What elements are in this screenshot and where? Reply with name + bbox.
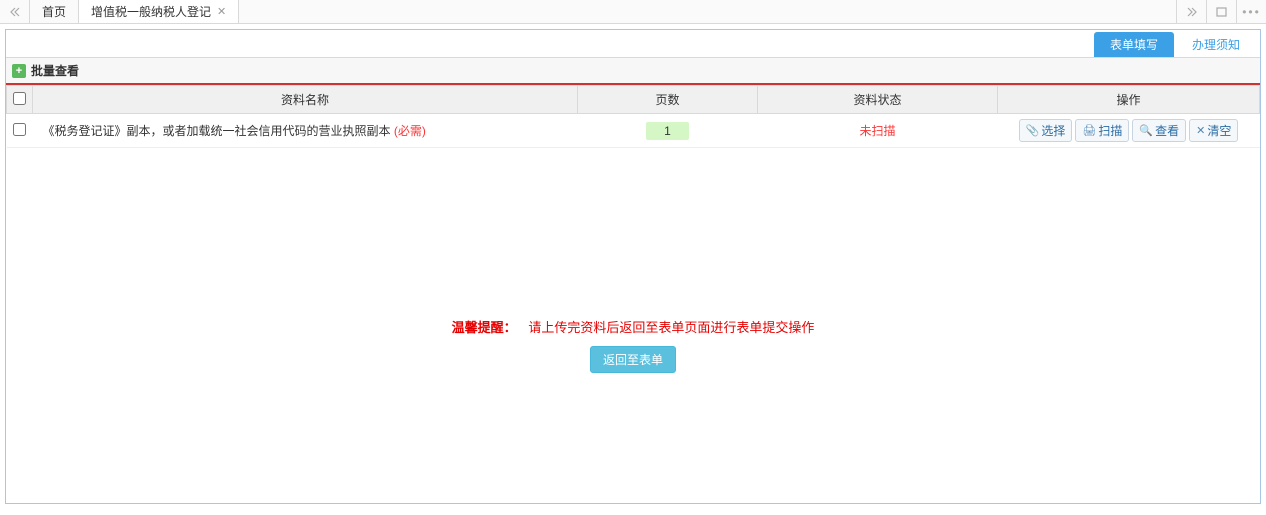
table-row: 《税务登记证》副本，或者加载统一社会信用代码的营业执照副本 (必需) 1 未扫描 <box>7 114 1260 148</box>
scan-button-label: 扫描 <box>1098 122 1122 139</box>
row-checkbox[interactable] <box>13 123 26 136</box>
pill-tab-notice-label: 办理须知 <box>1192 38 1240 52</box>
page-count: 1 <box>646 122 689 140</box>
tabbar-more-icon[interactable]: ••• <box>1236 0 1266 23</box>
material-name: 《税务登记证》副本，或者加载统一社会信用代码的营业执照副本 <box>43 124 391 138</box>
pill-tab-form-label: 表单填写 <box>1110 38 1158 52</box>
close-icon[interactable]: ✕ <box>217 5 226 18</box>
tabbar-collapse-icon[interactable] <box>0 0 30 23</box>
select-button-label: 选择 <box>1041 122 1065 139</box>
tab-active-label: 增值税一般纳税人登记 <box>91 3 211 20</box>
pill-tabs: 表单填写 办理须知 <box>6 30 1260 57</box>
tab-home-label: 首页 <box>42 3 66 20</box>
tabbar-actions: ••• <box>1176 0 1266 23</box>
select-all-checkbox[interactable] <box>13 92 26 105</box>
return-button[interactable]: 返回至表单 <box>590 346 676 373</box>
tab-vat-registration[interactable]: 增值税一般纳税人登记 ✕ <box>79 0 239 23</box>
col-header-actions: 操作 <box>998 86 1260 114</box>
footer-area: 温馨提醒： 请上传完资料后返回至表单页面进行表单提交操作 返回至表单 <box>6 307 1260 503</box>
status-text: 未扫描 <box>859 124 895 138</box>
main-panel: 表单填写 办理须知 + 批量查看 资料名称 页数 <box>5 29 1261 504</box>
scan-button[interactable]: 🖨 扫描 <box>1075 119 1129 142</box>
materials-table: 资料名称 页数 资料状态 操作 《税务登记证》副本，或者加载统一社会信用代码的营… <box>6 85 1260 148</box>
close-icon: ✕ <box>1196 124 1205 137</box>
clear-button-label: 清空 <box>1207 122 1231 139</box>
col-header-pages: 页数 <box>578 86 758 114</box>
col-header-name: 资料名称 <box>33 86 578 114</box>
pill-tab-form[interactable]: 表单填写 <box>1094 32 1174 57</box>
col-header-checkbox <box>7 86 33 114</box>
tab-home[interactable]: 首页 <box>30 0 79 23</box>
clear-button[interactable]: ✕ 清空 <box>1189 119 1238 142</box>
view-button-label: 查看 <box>1155 122 1179 139</box>
tabbar-maximize-icon[interactable] <box>1206 0 1236 23</box>
reminder-label: 温馨提醒： <box>452 320 517 335</box>
pill-tab-notice[interactable]: 办理须知 <box>1176 32 1256 57</box>
view-button[interactable]: 🔍 查看 <box>1132 119 1186 142</box>
return-button-label: 返回至表单 <box>603 353 663 367</box>
reminder: 温馨提醒： 请上传完资料后返回至表单页面进行表单提交操作 <box>6 317 1260 336</box>
scan-icon: 🖨 <box>1082 124 1096 137</box>
select-button[interactable]: 📎 选择 <box>1019 119 1073 142</box>
search-icon: 🔍 <box>1139 124 1153 137</box>
plus-icon[interactable]: + <box>12 64 26 78</box>
col-header-status: 资料状态 <box>758 86 998 114</box>
tab-bar: 首页 增值税一般纳税人登记 ✕ ••• <box>0 0 1266 24</box>
reminder-text: 请上传完资料后返回至表单页面进行表单提交操作 <box>528 320 814 335</box>
section-title: 批量查看 <box>31 62 79 79</box>
attachment-icon: 📎 <box>1026 124 1040 137</box>
required-tag: (必需) <box>394 124 426 138</box>
tabbar-expand-icon[interactable] <box>1176 0 1206 23</box>
section-header: + 批量查看 <box>6 57 1260 85</box>
